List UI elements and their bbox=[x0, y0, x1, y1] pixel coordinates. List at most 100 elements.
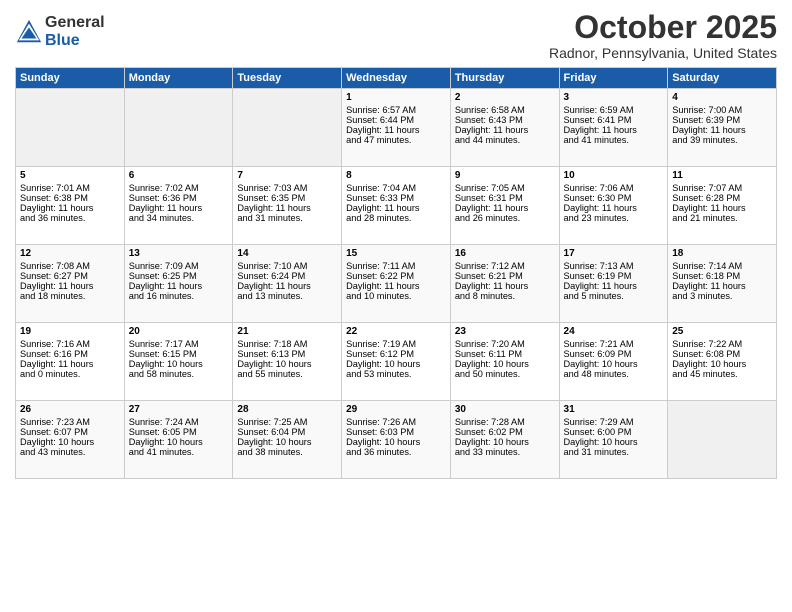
day-number: 27 bbox=[129, 404, 229, 415]
cell-text: Sunrise: 7:26 AM bbox=[346, 417, 446, 427]
calendar-cell: 14Sunrise: 7:10 AMSunset: 6:24 PMDayligh… bbox=[233, 245, 342, 323]
cell-text: and 0 minutes. bbox=[20, 369, 120, 379]
calendar-cell: 24 Sunrise: 7:21 AMSunset: 6:09 PMDayligh… bbox=[559, 323, 668, 401]
cell-text: Sunset: 6:31 PM bbox=[455, 193, 555, 203]
calendar-cell bbox=[16, 89, 125, 167]
calendar-cell bbox=[668, 401, 777, 479]
cell-text: and 41 minutes. bbox=[129, 447, 229, 457]
cell-text: and 3 minutes. bbox=[672, 291, 772, 301]
cell-text: Sunrise: 7:21 AM bbox=[564, 339, 664, 349]
calendar-cell: 4Sunrise: 7:00 AMSunset: 6:39 PMDaylight… bbox=[668, 89, 777, 167]
day-number: 4 bbox=[672, 92, 772, 103]
day-number: 29 bbox=[346, 404, 446, 415]
day-number: 8 bbox=[346, 170, 446, 181]
cell-text: Sunset: 6:27 PM bbox=[20, 271, 120, 281]
cell-text: Daylight: 11 hours bbox=[455, 203, 555, 213]
day-number: 12 bbox=[20, 248, 120, 259]
cell-text: Sunset: 6:02 PM bbox=[455, 427, 555, 437]
calendar-cell: 19Sunrise: 7:16 AMSunset: 6:16 PMDayligh… bbox=[16, 323, 125, 401]
cell-text: Sunrise: 7:17 AM bbox=[129, 339, 229, 349]
cell-text: Sunrise: 6:58 AM bbox=[455, 105, 555, 115]
calendar-cell: 29Sunrise: 7:26 AMSunset: 6:03 PMDayligh… bbox=[342, 401, 451, 479]
cell-text: Sunrise: 7:23 AM bbox=[20, 417, 120, 427]
cell-text: and 36 minutes. bbox=[346, 447, 446, 457]
cell-text: Sunset: 6:30 PM bbox=[564, 193, 664, 203]
day-number: 25 bbox=[672, 326, 772, 337]
calendar-row-1: 1Sunrise: 6:57 AMSunset: 6:44 PMDaylight… bbox=[16, 89, 777, 167]
calendar-cell: 26Sunrise: 7:23 AMSunset: 6:07 PMDayligh… bbox=[16, 401, 125, 479]
calendar-cell: 27Sunrise: 7:24 AMSunset: 6:05 PMDayligh… bbox=[124, 401, 233, 479]
day-number: 22 bbox=[346, 326, 446, 337]
cell-text: Sunset: 6:19 PM bbox=[564, 271, 664, 281]
cell-text: Daylight: 10 hours bbox=[564, 359, 664, 369]
cell-text: Sunrise: 7:00 AM bbox=[672, 105, 772, 115]
cell-text: and 39 minutes. bbox=[672, 135, 772, 145]
cell-text: Sunrise: 7:28 AM bbox=[455, 417, 555, 427]
cell-text: and 16 minutes. bbox=[129, 291, 229, 301]
logo: General Blue bbox=[15, 14, 105, 49]
col-sunday: Sunday bbox=[16, 68, 125, 89]
cell-text: and 28 minutes. bbox=[346, 213, 446, 223]
cell-text: Sunset: 6:22 PM bbox=[346, 271, 446, 281]
month-title: October 2025 bbox=[549, 10, 777, 45]
col-thursday: Thursday bbox=[450, 68, 559, 89]
main-container: General Blue October 2025 Radnor, Pennsy… bbox=[0, 0, 792, 484]
cell-text: Sunrise: 7:14 AM bbox=[672, 261, 772, 271]
cell-text: Sunrise: 7:04 AM bbox=[346, 183, 446, 193]
cell-text: Sunrise: 7:10 AM bbox=[237, 261, 337, 271]
day-number: 18 bbox=[672, 248, 772, 259]
cell-text: Sunset: 6:24 PM bbox=[237, 271, 337, 281]
day-number: 24 bbox=[564, 326, 664, 337]
calendar-cell: 23Sunrise: 7:20 AMSunset: 6:11 PMDayligh… bbox=[450, 323, 559, 401]
cell-text: Daylight: 11 hours bbox=[346, 125, 446, 135]
calendar-cell bbox=[124, 89, 233, 167]
cell-text: Daylight: 11 hours bbox=[564, 203, 664, 213]
cell-text: Sunset: 6:33 PM bbox=[346, 193, 446, 203]
cell-text: Sunrise: 7:01 AM bbox=[20, 183, 120, 193]
calendar-cell: 22Sunrise: 7:19 AMSunset: 6:12 PMDayligh… bbox=[342, 323, 451, 401]
col-tuesday: Tuesday bbox=[233, 68, 342, 89]
col-monday: Monday bbox=[124, 68, 233, 89]
cell-text: Sunset: 6:07 PM bbox=[20, 427, 120, 437]
cell-text: Sunset: 6:18 PM bbox=[672, 271, 772, 281]
cell-text: Daylight: 11 hours bbox=[672, 125, 772, 135]
cell-text: Daylight: 10 hours bbox=[237, 437, 337, 447]
day-number: 5 bbox=[20, 170, 120, 181]
cell-text: Sunset: 6:05 PM bbox=[129, 427, 229, 437]
cell-text: Sunrise: 7:29 AM bbox=[564, 417, 664, 427]
day-number: 2 bbox=[455, 92, 555, 103]
logo-blue-text: Blue bbox=[45, 32, 105, 50]
calendar-cell: 11Sunrise: 7:07 AMSunset: 6:28 PMDayligh… bbox=[668, 167, 777, 245]
cell-text: Sunset: 6:08 PM bbox=[672, 349, 772, 359]
day-number: 13 bbox=[129, 248, 229, 259]
calendar-cell: 15Sunrise: 7:11 AMSunset: 6:22 PMDayligh… bbox=[342, 245, 451, 323]
calendar-cell: 6Sunrise: 7:02 AMSunset: 6:36 PMDaylight… bbox=[124, 167, 233, 245]
cell-text: and 33 minutes. bbox=[455, 447, 555, 457]
day-number: 31 bbox=[564, 404, 664, 415]
calendar-cell: 21Sunrise: 7:18 AMSunset: 6:13 PMDayligh… bbox=[233, 323, 342, 401]
cell-text: Sunset: 6:09 PM bbox=[564, 349, 664, 359]
calendar-cell: 20Sunrise: 7:17 AMSunset: 6:15 PMDayligh… bbox=[124, 323, 233, 401]
calendar-cell: 3Sunrise: 6:59 AMSunset: 6:41 PMDaylight… bbox=[559, 89, 668, 167]
title-block: October 2025 Radnor, Pennsylvania, Unite… bbox=[549, 10, 777, 61]
cell-text: Sunrise: 7:06 AM bbox=[564, 183, 664, 193]
cell-text: Sunrise: 7:05 AM bbox=[455, 183, 555, 193]
day-number: 19 bbox=[20, 326, 120, 337]
cell-text: Daylight: 11 hours bbox=[129, 281, 229, 291]
header-row: Sunday Monday Tuesday Wednesday Thursday… bbox=[16, 68, 777, 89]
cell-text: Sunrise: 7:09 AM bbox=[129, 261, 229, 271]
cell-text: and 21 minutes. bbox=[672, 213, 772, 223]
cell-text: Sunset: 6:35 PM bbox=[237, 193, 337, 203]
cell-text: and 36 minutes. bbox=[20, 213, 120, 223]
day-number: 9 bbox=[455, 170, 555, 181]
calendar-row-2: 5 Sunrise: 7:01 AMSunset: 6:38 PM Daylight… bbox=[16, 167, 777, 245]
calendar-cell: 30Sunrise: 7:28 AMSunset: 6:02 PMDayligh… bbox=[450, 401, 559, 479]
calendar-row-5: 26Sunrise: 7:23 AMSunset: 6:07 PMDayligh… bbox=[16, 401, 777, 479]
header: General Blue October 2025 Radnor, Pennsy… bbox=[15, 10, 777, 61]
cell-text: and 18 minutes. bbox=[20, 291, 120, 301]
cell-text: and 50 minutes. bbox=[455, 369, 555, 379]
cell-text: and 48 minutes. bbox=[564, 369, 664, 379]
calendar-cell: 8Sunrise: 7:04 AMSunset: 6:33 PMDaylight… bbox=[342, 167, 451, 245]
cell-text: Sunset: 6:38 PM bbox=[20, 193, 120, 203]
cell-text: Daylight: 11 hours bbox=[20, 281, 120, 291]
